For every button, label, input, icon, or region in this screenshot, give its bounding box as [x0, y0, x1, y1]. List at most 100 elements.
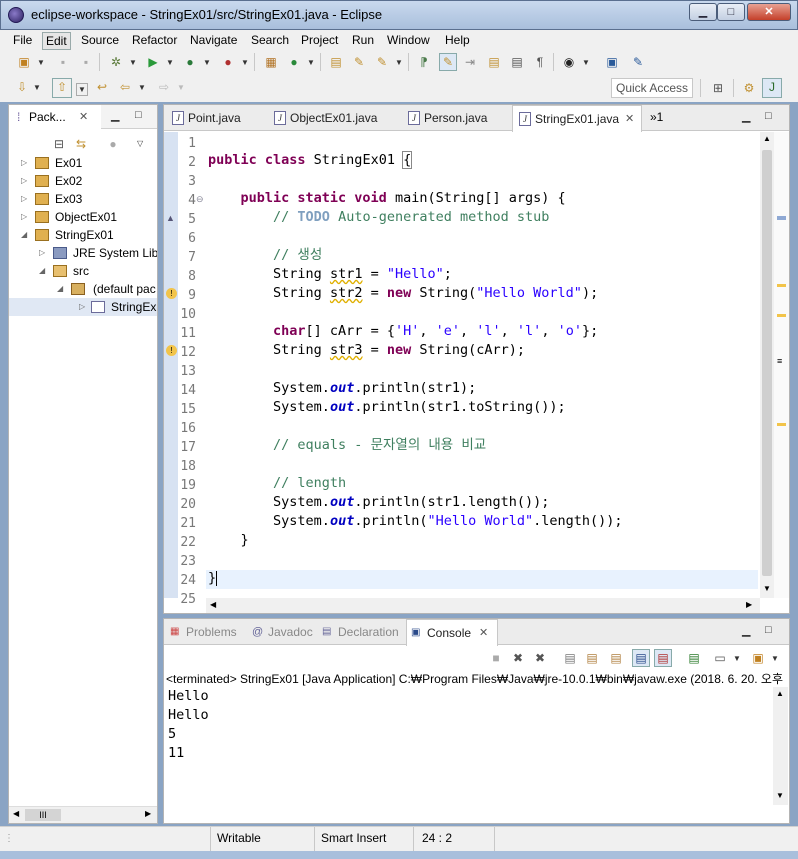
show-on-output-icon[interactable]: ▤ — [632, 649, 650, 667]
close-icon[interactable]: ✕ — [479, 620, 488, 646]
open-perspective-icon[interactable]: ⊞ — [710, 80, 726, 96]
warning-icon[interactable]: ! — [166, 288, 177, 299]
warning-marker[interactable] — [777, 314, 786, 317]
maximize-icon[interactable]: □ — [765, 624, 772, 636]
menu-file[interactable]: File — [10, 32, 35, 48]
minimize-icon[interactable]: ▁ — [111, 109, 119, 122]
open-console-icon[interactable]: ▣ — [750, 650, 766, 666]
tree-item[interactable]: ▷ Ex03 — [9, 190, 157, 208]
profile-dropdown-icon[interactable]: ▼ — [582, 58, 590, 67]
java-ee-perspective-icon[interactable]: ⚙ — [741, 80, 757, 96]
menu-source[interactable]: Source — [78, 32, 122, 48]
tab-stringex01-java[interactable]: J StringEx01.java ✕ — [512, 105, 642, 132]
menu-help[interactable]: Help — [442, 32, 473, 48]
console-output[interactable]: Hello Hello 5 11 — [168, 687, 768, 763]
collapse-icon[interactable]: ◢ — [39, 262, 45, 280]
next-annotation-icon[interactable]: ▤ — [486, 54, 502, 70]
vertical-scrollbar[interactable]: ▲ ▼ — [773, 687, 788, 805]
tree-item[interactable]: ▷ StringEx — [9, 298, 157, 316]
close-icon[interactable]: ✕ — [625, 106, 634, 132]
tab-declaration[interactable]: ▤ Declaration — [318, 619, 408, 645]
link-with-editor-icon[interactable]: ⇆ — [73, 136, 89, 152]
scroll-right-icon[interactable]: ▶ — [145, 809, 151, 818]
pencil-dropdown-icon[interactable]: ▼ — [395, 58, 403, 67]
coverage-dropdown-icon[interactable]: ▼ — [203, 58, 211, 67]
minimize-icon[interactable]: ▁ — [742, 624, 750, 637]
remove-launch-icon[interactable]: ✖ — [510, 650, 526, 666]
pencil-icon[interactable]: ✎ — [374, 54, 390, 70]
scroll-thumb[interactable] — [762, 150, 772, 576]
show-on-error-icon[interactable]: ▤ — [654, 649, 672, 667]
run-dropdown-icon[interactable]: ▼ — [166, 58, 174, 67]
back-icon[interactable]: ⇦ — [117, 79, 133, 95]
debug-dropdown-icon[interactable]: ▼ — [129, 58, 137, 67]
remove-all-icon[interactable]: ✖ — [532, 650, 548, 666]
menu-refactor[interactable]: Refactor — [129, 32, 180, 48]
code-area[interactable]: public class StringEx01 { public static … — [206, 132, 758, 598]
menu-edit[interactable]: Edit — [42, 32, 71, 50]
open-type-icon[interactable]: ▤ — [328, 54, 344, 70]
minimize-icon[interactable]: ▁ — [742, 110, 750, 123]
new-dropdown-icon[interactable]: ▼ — [37, 58, 45, 67]
menu-search[interactable]: Search — [248, 32, 292, 48]
show-whitespace-icon[interactable]: ▤ — [509, 54, 525, 70]
new-java-project-icon[interactable]: ▦ — [263, 54, 279, 70]
scroll-thumb[interactable]: III — [25, 809, 61, 821]
word-wrap-icon[interactable]: ▤ — [608, 650, 624, 666]
expand-icon[interactable]: ▷ — [21, 154, 27, 172]
run-icon[interactable]: ▶ — [145, 54, 161, 70]
quick-access-field[interactable]: Quick Access — [611, 78, 693, 98]
menu-window[interactable]: Window — [384, 32, 433, 48]
more-tabs-indicator[interactable]: »1 — [650, 110, 663, 124]
previous-annotation-dropdown-icon[interactable]: ▼ — [76, 83, 88, 96]
tree-item[interactable]: ◢ StringEx01 — [9, 226, 157, 244]
fold-icon[interactable]: ⊖ — [196, 194, 204, 205]
tab-objectex01-java[interactable]: J ObjectEx01.java — [268, 105, 398, 131]
minimize-button[interactable]: ▁ — [689, 3, 717, 21]
scroll-lock-icon[interactable]: ▤ — [584, 650, 600, 666]
back-dropdown-icon[interactable]: ▼ — [138, 83, 146, 92]
collapse-icon[interactable]: ◢ — [57, 280, 63, 298]
scroll-up-icon[interactable]: ▲ — [776, 689, 784, 698]
tab-point-java[interactable]: J Point.java — [166, 105, 266, 131]
vertical-scrollbar[interactable]: ▲ ▼ — [760, 132, 774, 598]
scroll-left-icon[interactable]: ◀ — [13, 809, 19, 818]
tree-item[interactable]: ▷ ObjectEx01 — [9, 208, 157, 226]
terminal-icon[interactable]: ▣ — [604, 54, 620, 70]
tree-item[interactable]: ◢ src — [9, 262, 157, 280]
expand-icon[interactable]: ▷ — [21, 172, 27, 190]
tab-problems[interactable]: ▦ Problems — [166, 619, 246, 645]
horizontal-scrollbar[interactable]: ◀ III ▶ — [9, 806, 157, 823]
warning-marker[interactable] — [777, 423, 786, 426]
forward-dropdown-icon[interactable]: ▼ — [177, 83, 185, 92]
terminate-icon[interactable]: ■ — [488, 650, 504, 666]
expand-icon[interactable]: ▷ — [21, 208, 27, 226]
maximize-icon[interactable]: □ — [765, 110, 772, 122]
coverage-icon[interactable]: ● — [182, 54, 198, 70]
menu-run[interactable]: Run — [349, 32, 377, 48]
forward-icon[interactable]: ⇨ — [156, 79, 172, 95]
tab-person-java[interactable]: J Person.java — [402, 105, 510, 131]
block-selection-icon[interactable]: ⇥ — [462, 54, 478, 70]
clear-console-icon[interactable]: ▤ — [562, 650, 578, 666]
previous-annotation-icon[interactable]: ⇧ — [52, 78, 72, 98]
display-console-dropdown-icon[interactable]: ▼ — [733, 654, 741, 663]
expand-icon[interactable]: ▷ — [21, 190, 27, 208]
java-perspective-icon[interactable]: J — [762, 78, 782, 98]
expand-icon[interactable]: ▷ — [79, 298, 85, 316]
collapse-icon[interactable]: ◢ — [21, 226, 27, 244]
open-console-dropdown-icon[interactable]: ▼ — [771, 654, 779, 663]
debug-icon[interactable]: ✲ — [108, 54, 124, 70]
tab-javadoc[interactable]: @ Javadoc — [248, 619, 320, 645]
tab-console[interactable]: ▣ Console ✕ — [406, 619, 498, 646]
search-icon[interactable]: ✎ — [351, 54, 367, 70]
pin-console-icon[interactable]: ▤ — [686, 650, 702, 666]
maximize-icon[interactable]: □ — [135, 109, 142, 121]
close-icon[interactable]: ✕ — [79, 105, 88, 129]
external-tools-dropdown-icon[interactable]: ▼ — [241, 58, 249, 67]
save-all-icon[interactable]: ▪ — [78, 54, 94, 70]
tree-item[interactable]: ◢ (default pac — [9, 280, 157, 298]
toggle-breadcrumb-icon[interactable]: ⁋ — [416, 54, 432, 70]
scroll-right-icon[interactable]: ▶ — [746, 600, 752, 609]
scroll-left-icon[interactable]: ◀ — [210, 600, 216, 609]
